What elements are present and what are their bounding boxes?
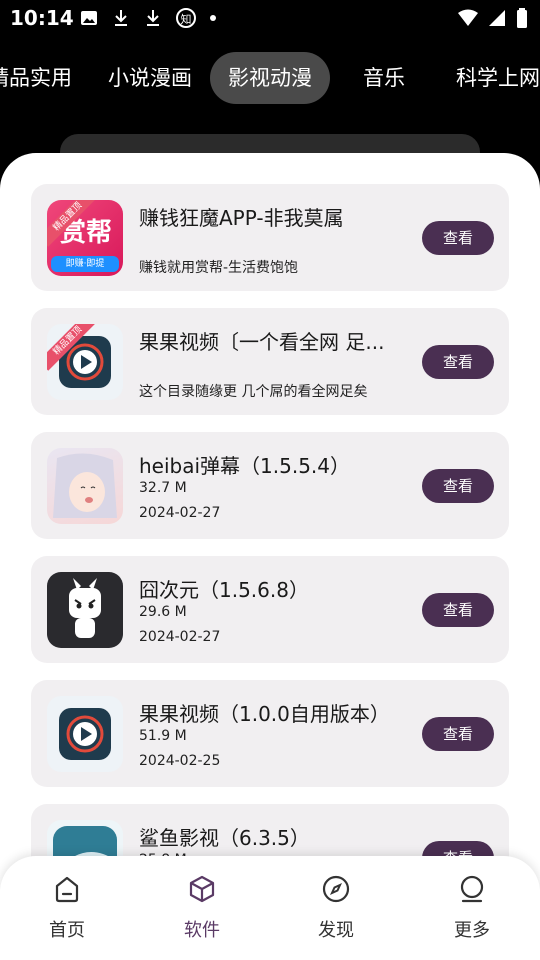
- nav-item-software[interactable]: 软件: [162, 874, 242, 942]
- app-date: 2024-02-25: [139, 753, 221, 769]
- tab-category[interactable]: 科学上网: [438, 52, 540, 104]
- view-button[interactable]: 查看: [422, 717, 494, 751]
- tab-category[interactable]: 精品实用: [0, 52, 90, 104]
- view-button[interactable]: 查看: [422, 593, 494, 627]
- status-bar: 10:14 知: [0, 0, 540, 36]
- home-icon: [55, 876, 79, 903]
- app-title: heibai弹幕（1.5.5.4）: [139, 454, 351, 478]
- dot-icon: [210, 15, 216, 21]
- guoguo-video-icon: [47, 696, 123, 772]
- nav-item-more[interactable]: 更多: [432, 874, 512, 942]
- nav-label: 软件: [184, 920, 220, 941]
- notification-icons: 知: [80, 8, 216, 28]
- app-card[interactable]: 精品置顶 果果视频〔一个看全网 足... 这个目录随缘更 几个屌的看全网足矣 查…: [31, 308, 509, 415]
- app-card[interactable]: heibai弹幕（1.5.5.4） 32.7 M 2024-02-27 查看: [31, 432, 509, 539]
- tab-category-active[interactable]: 影视动漫: [210, 52, 330, 104]
- app-size: 29.6 M: [139, 604, 187, 620]
- view-button[interactable]: 查看: [422, 221, 494, 255]
- view-button[interactable]: 查看: [422, 469, 494, 503]
- app-card[interactable]: 果果视频（1.0.0自用版本） 51.9 M 2024-02-25 查看: [31, 680, 509, 787]
- app-size: 32.7 M: [139, 480, 187, 496]
- heibai-anime-icon: [47, 448, 123, 524]
- app-date: 2024-02-27: [139, 505, 221, 521]
- tab-category[interactable]: 小说漫画: [90, 52, 210, 104]
- zhihu-icon: 知: [176, 8, 196, 28]
- app-icon-sublabel: 即赚·即提: [51, 256, 119, 272]
- wifi-icon: [458, 9, 478, 31]
- app-title: 囧次元（1.5.6.8）: [139, 578, 309, 602]
- app-size: 51.9 M: [139, 728, 187, 744]
- guoguo-video-icon: 精品置顶: [47, 324, 123, 400]
- app-list-sheet: 赏帮 即赚·即提 精品置顶 赚钱狂魔APP-非我莫属 赚钱就用赏帮-生活费饱饱 …: [0, 153, 540, 960]
- download-icon: [112, 9, 130, 27]
- download-icon: [144, 9, 162, 27]
- app-title: 果果视频（1.0.0自用版本）: [139, 702, 390, 726]
- jiongciyuan-icon: [47, 572, 123, 648]
- system-icons: [458, 8, 528, 32]
- nav-label: 首页: [49, 920, 85, 941]
- box-icon: [189, 875, 215, 903]
- nav-label: 更多: [454, 920, 490, 941]
- view-button[interactable]: 查看: [422, 345, 494, 379]
- status-time: 10:14: [10, 6, 74, 30]
- category-tabs: 精品实用 小说漫画 影视动漫 音乐 科学上网: [0, 50, 540, 106]
- tab-category[interactable]: 音乐: [345, 52, 423, 104]
- app-description: 这个目录随缘更 几个屌的看全网足矣: [139, 384, 368, 400]
- signal-icon: [488, 9, 506, 31]
- shangbang-app-icon: 赏帮 即赚·即提 精品置顶: [47, 200, 123, 276]
- app-title: 果果视频〔一个看全网 足...: [139, 330, 385, 354]
- app-card[interactable]: 赏帮 即赚·即提 精品置顶 赚钱狂魔APP-非我莫属 赚钱就用赏帮-生活费饱饱 …: [31, 184, 509, 291]
- profile-icon: [460, 875, 484, 903]
- compass-icon: [322, 875, 350, 903]
- app-title: 鲨鱼影视（6.3.5）: [139, 826, 310, 850]
- bottom-navigation: 首页 软件 发现 更多: [0, 856, 540, 960]
- nav-item-home[interactable]: 首页: [27, 874, 107, 942]
- image-icon: [80, 9, 98, 27]
- app-date: 2024-02-27: [139, 629, 221, 645]
- app-title: 赚钱狂魔APP-非我莫属: [139, 206, 344, 230]
- app-card[interactable]: 囧次元（1.5.6.8） 29.6 M 2024-02-27 查看: [31, 556, 509, 663]
- nav-item-discover[interactable]: 发现: [296, 874, 376, 942]
- app-description: 赚钱就用赏帮-生活费饱饱: [139, 260, 299, 276]
- nav-label: 发现: [318, 920, 354, 941]
- battery-icon: [516, 8, 528, 32]
